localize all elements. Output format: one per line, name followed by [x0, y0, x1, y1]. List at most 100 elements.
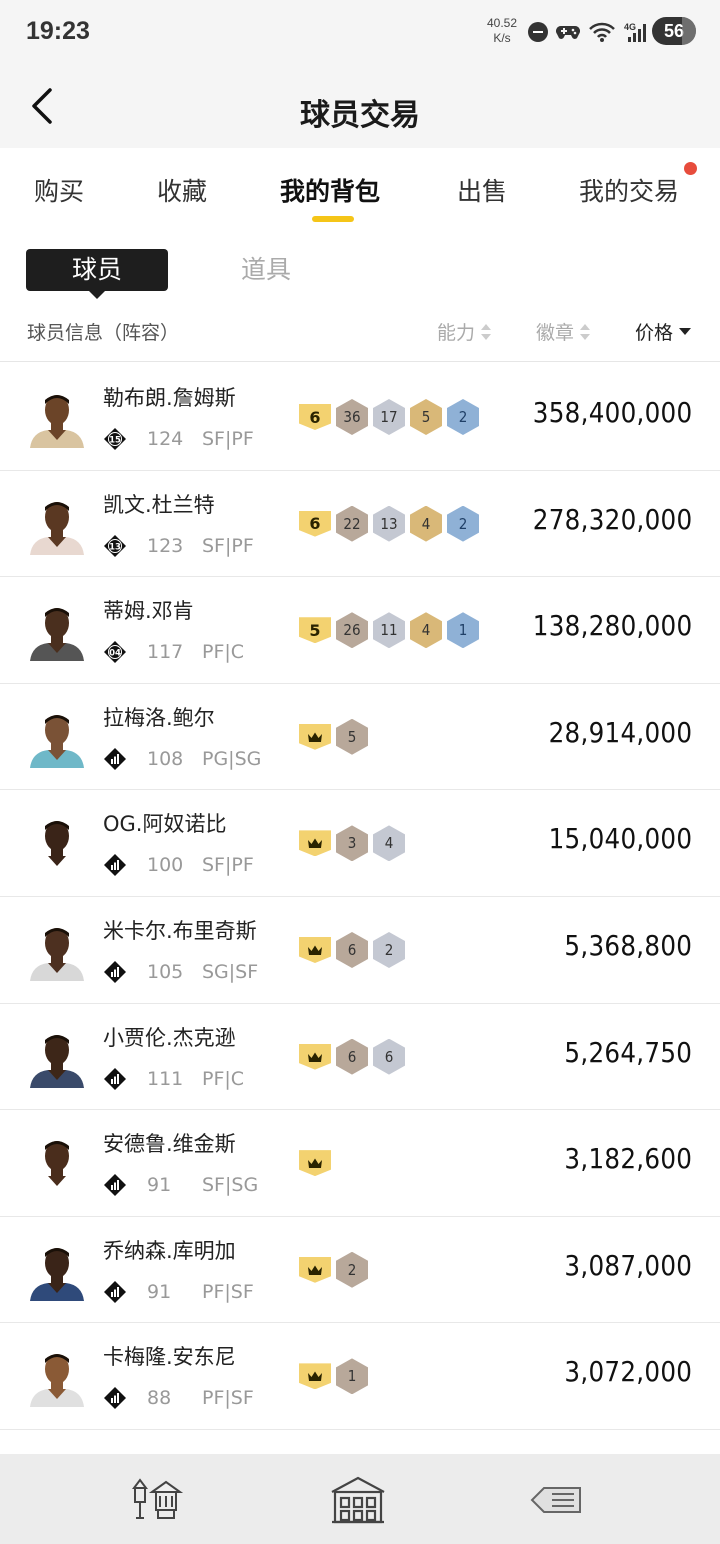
crown-icon: [308, 1158, 322, 1169]
badge-group: 6 22 13 4 2: [299, 505, 479, 542]
player-row[interactable]: 凯文.杜兰特 13 123 SF|PF 6 22 13 4 2 278,320,000: [0, 471, 720, 578]
rank-crown-badge: [299, 1256, 331, 1283]
player-rating: 100: [147, 854, 184, 877]
badge-group: 1: [299, 1358, 368, 1395]
sort-price[interactable]: 价格: [635, 318, 692, 345]
sort-price-label: 价格: [635, 322, 674, 344]
player-rating: 117: [147, 641, 184, 664]
badge-blue: 1: [447, 612, 479, 649]
player-name: 小贾伦.杰克逊: [103, 1025, 236, 1050]
badge-group: 5 26 11 4 1: [299, 612, 479, 649]
battery-indicator: 56: [652, 17, 696, 45]
player-row[interactable]: 蒂姆.邓肯 04 117 PF|C 5 26 11 4 1 138,280,000: [0, 577, 720, 684]
badge-hof: 5: [336, 718, 368, 755]
player-rating: 91: [147, 1174, 172, 1197]
sub-tabs: 球员 道具: [0, 244, 720, 300]
status-icons: 4G: [528, 18, 648, 46]
player-price: 28,914,000: [548, 715, 692, 749]
gamepad-icon: [556, 26, 580, 39]
player-name: 乔纳森.库明加: [103, 1238, 236, 1263]
sort-badges[interactable]: 徽章: [536, 318, 591, 345]
player-avatar: [26, 1241, 88, 1301]
badge-gold: 4: [410, 612, 442, 649]
badge-group: 34: [299, 825, 405, 862]
player-row[interactable]: 卡梅隆.安东尼 88 PF|SF 1 3,072,000: [0, 1323, 720, 1430]
tier-icon: 15: [103, 427, 127, 451]
player-row[interactable]: 拉梅洛.鲍尔 108 PG|SG 5 28,914,000: [0, 684, 720, 791]
player-list: 勒布朗.詹姆斯 15 124 SF|PF 6 36 17 5 2 358,400,000…: [0, 364, 720, 1454]
badge-silver: 11: [373, 612, 405, 649]
rank-badge: 6: [299, 510, 331, 537]
player-price: 3,072,000: [564, 1355, 692, 1389]
crown-icon: [308, 1265, 322, 1275]
player-price: 5,264,750: [564, 1035, 692, 1069]
sort-arrows-icon: [481, 323, 492, 340]
rank-crown-badge: [299, 830, 331, 857]
nav-trade[interactable]: [528, 1474, 588, 1526]
building-icon: [331, 1476, 385, 1524]
subtab-players[interactable]: 球员: [26, 249, 168, 299]
badge-hof: 6: [336, 931, 368, 968]
svg-text:15: 15: [109, 436, 121, 446]
player-avatar: [26, 1028, 88, 1088]
badge-blue: 2: [447, 505, 479, 542]
tier-icon: [103, 960, 127, 984]
player-name: 安德鲁.维金斯: [103, 1132, 236, 1157]
rank-crown-badge: [299, 1150, 331, 1177]
nav-lanterns[interactable]: [126, 1474, 186, 1526]
subtab-items[interactable]: 道具: [210, 249, 322, 291]
player-row[interactable]: OG.阿奴诺比 100 SF|PF 34 15,040,000: [0, 790, 720, 897]
tab-my-trades[interactable]: 我的交易: [579, 172, 679, 208]
badge-blue: 2: [447, 399, 479, 435]
player-row[interactable]: 乔纳森.库明加 91 PF|SF 2 3,087,000: [0, 1217, 720, 1324]
player-name: 米卡尔.布里奇斯: [103, 918, 257, 943]
tier-icon: [103, 1280, 127, 1304]
sort-arrows-icon: [580, 323, 591, 340]
player-name: 勒布朗.詹姆斯: [103, 386, 236, 410]
player-row[interactable]: 安德鲁.维金斯 91 SF|SG 3,182,600: [0, 1110, 720, 1217]
rank-crown-badge: [299, 723, 331, 750]
badge-hof: 36: [336, 399, 368, 435]
tier-icon: 04: [103, 640, 127, 664]
badge-group: 6 36 17 5 2: [299, 399, 479, 435]
crown-icon: [308, 838, 322, 849]
player-price: 138,280,000: [532, 609, 692, 643]
player-avatar: [26, 1134, 88, 1195]
tab-sell[interactable]: 出售: [457, 172, 507, 208]
svg-text:4G: 4G: [624, 22, 636, 32]
tier-icon: [103, 1067, 127, 1091]
player-position: PF|SF: [202, 1280, 254, 1303]
tab-favorites[interactable]: 收藏: [157, 172, 207, 208]
player-avatar: [26, 388, 88, 448]
badge-silver: 2: [373, 931, 405, 968]
player-row-partial[interactable]: [0, 1430, 720, 1454]
badge-silver: 4: [373, 825, 405, 862]
badge-hof: 2: [336, 1251, 368, 1288]
nav-home[interactable]: [328, 1474, 388, 1526]
player-name: 卡梅隆.安东尼: [103, 1345, 236, 1370]
column-player-info-label: 球员信息（阵容）: [27, 322, 180, 344]
player-price: 5,368,800: [564, 928, 692, 962]
tab-my-backpack[interactable]: 我的背包: [280, 172, 380, 208]
tab-buy[interactable]: 购买: [34, 172, 84, 208]
player-name: 拉梅洛.鲍尔: [103, 705, 215, 730]
app-header: 球员交易: [0, 64, 720, 148]
svg-text:04: 04: [109, 649, 121, 659]
status-bar: 19:23 40.52 K/s 4G 56: [0, 0, 720, 64]
player-row[interactable]: 小贾伦.杰克逊 111 PF|C 66 5,264,750: [0, 1004, 720, 1111]
player-row[interactable]: 勒布朗.詹姆斯 15 124 SF|PF 6 36 17 5 2 358,400,000: [0, 364, 720, 471]
bottom-nav: [0, 1454, 720, 1544]
badge-silver: 17: [373, 399, 405, 435]
player-avatar: [26, 495, 88, 555]
rank-crown-badge: [299, 1363, 331, 1390]
badge-hof: 3: [336, 825, 368, 862]
player-avatar: [26, 601, 88, 662]
sort-ability[interactable]: 能力: [437, 318, 492, 345]
crown-icon: [308, 732, 322, 742]
player-rating: 124: [147, 428, 184, 450]
badge-gold: 4: [410, 505, 442, 542]
badge-hof: 6: [336, 1038, 368, 1075]
player-row[interactable]: 米卡尔.布里奇斯 105 SG|SF 62 5,368,800: [0, 897, 720, 1004]
do-not-disturb-icon: [528, 22, 548, 42]
player-position: SF|PF: [202, 854, 254, 877]
